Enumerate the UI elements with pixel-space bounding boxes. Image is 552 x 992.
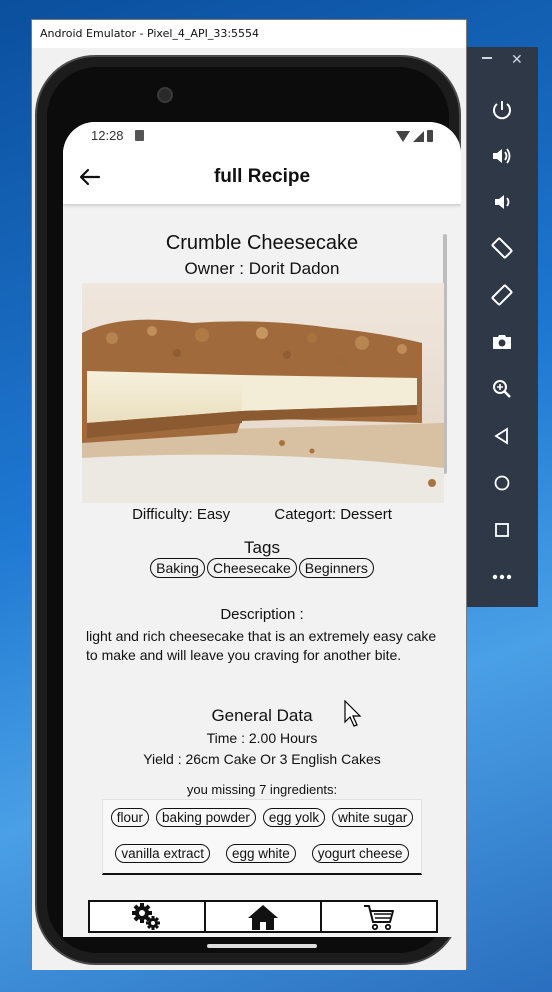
mouse-cursor-icon bbox=[344, 700, 362, 727]
emulator-side-panel: ✕ bbox=[467, 47, 538, 607]
wifi-icon bbox=[396, 130, 410, 142]
cart-nav-button[interactable] bbox=[322, 902, 436, 931]
bottom-area bbox=[63, 884, 461, 937]
home-icon bbox=[248, 904, 278, 930]
ingredient-chip[interactable]: egg yolk bbox=[262, 808, 326, 827]
volume-down-button[interactable] bbox=[487, 187, 517, 217]
recipe-info-row: Difficulty: Easy Categort: Dessert bbox=[63, 506, 461, 523]
more-button[interactable] bbox=[487, 562, 517, 592]
nav-overview-button[interactable] bbox=[487, 515, 517, 545]
yield-label: Yield : 26cm Cake Or 3 English Cakes bbox=[143, 751, 381, 767]
ingredients-row: vanilla extract egg white yogurt cheese bbox=[103, 844, 421, 863]
status-bar: 12:28 bbox=[63, 122, 461, 150]
description-title: Description : bbox=[220, 606, 304, 623]
ingredient-chip[interactable]: vanilla extract bbox=[115, 844, 210, 863]
rotate-right-button[interactable] bbox=[487, 280, 517, 310]
difficulty-label: Difficulty: Easy bbox=[132, 506, 231, 523]
tag-chip[interactable]: Beginners bbox=[298, 558, 374, 578]
gears-icon bbox=[132, 902, 160, 930]
emulator-window: Android Emulator - Pixel_4_API_33:5554 1… bbox=[31, 19, 467, 970]
home-nav-button[interactable] bbox=[206, 902, 322, 931]
overview-icon bbox=[495, 523, 509, 537]
missing-ingredients-list: flour baking powder egg yolk white sugar… bbox=[102, 799, 422, 875]
zoom-icon bbox=[493, 380, 511, 398]
recipe-image bbox=[82, 283, 444, 503]
status-time: 12:28 bbox=[91, 128, 124, 143]
recipe-owner: Owner : Dorit Dadon bbox=[184, 259, 340, 278]
bottom-nav bbox=[88, 900, 438, 933]
tag-chip[interactable]: Cheesecake bbox=[206, 558, 297, 578]
volume-up-button[interactable] bbox=[487, 141, 517, 171]
phone-frame: 12:28 full Recipe Crumble Cheesecake Own… bbox=[35, 55, 461, 965]
tag-chip[interactable]: Baking bbox=[150, 558, 205, 578]
nav-home-button[interactable] bbox=[487, 468, 517, 498]
phone-screen: 12:28 full Recipe Crumble Cheesecake Own… bbox=[63, 122, 461, 937]
power-icon bbox=[493, 101, 511, 120]
phone-bezel: 12:28 full Recipe Crumble Cheesecake Own… bbox=[47, 67, 461, 953]
volume-up-icon bbox=[493, 148, 511, 164]
cart-icon bbox=[364, 904, 394, 930]
category-label: Categort: Dessert bbox=[274, 506, 392, 523]
time-label: Time : 2.00 Hours bbox=[206, 730, 318, 746]
ingredient-chip[interactable]: egg white bbox=[225, 844, 296, 863]
nav-back-button[interactable] bbox=[487, 421, 517, 451]
window-title: Android Emulator - Pixel_4_API_33:5554 bbox=[32, 20, 466, 48]
recipe-content[interactable]: Crumble Cheesecake Owner : Dorit Dadon D… bbox=[63, 204, 461, 884]
home-gesture-bar[interactable] bbox=[207, 944, 317, 948]
tags-list: Baking Cheesecake Beginners bbox=[63, 558, 461, 578]
rotate-left-icon bbox=[491, 237, 513, 259]
more-icon bbox=[492, 574, 512, 580]
missing-ingredients-title: you missing 7 ingredients: bbox=[186, 782, 338, 797]
camera-icon bbox=[157, 87, 173, 103]
power-button[interactable] bbox=[487, 95, 517, 125]
cheesecake-image bbox=[82, 283, 444, 503]
battery-icon bbox=[427, 130, 433, 142]
recipe-title: Crumble Cheesecake bbox=[165, 232, 359, 254]
page-title: full Recipe bbox=[213, 166, 311, 187]
screenshot-button[interactable] bbox=[487, 327, 517, 357]
side-panel-header: ✕ bbox=[467, 47, 538, 77]
home-circle-icon bbox=[494, 475, 510, 491]
app-bar: full Recipe bbox=[63, 150, 461, 204]
rotate-left-button[interactable] bbox=[487, 233, 517, 263]
emulator-body: 12:28 full Recipe Crumble Cheesecake Own… bbox=[32, 48, 466, 970]
signal-icon bbox=[413, 130, 424, 142]
sd-card-icon bbox=[135, 130, 144, 141]
ingredient-chip[interactable]: white sugar bbox=[332, 808, 414, 827]
ingredient-chip[interactable]: baking powder bbox=[156, 808, 256, 827]
ingredients-row: flour baking powder egg yolk white sugar bbox=[103, 808, 421, 827]
camera-icon bbox=[493, 335, 511, 349]
status-icons bbox=[396, 130, 433, 142]
settings-nav-button[interactable] bbox=[90, 902, 206, 931]
ingredient-chip[interactable]: yogurt cheese bbox=[311, 844, 409, 863]
tags-title: Tags bbox=[244, 538, 280, 557]
minimize-icon[interactable] bbox=[482, 57, 492, 59]
zoom-button[interactable] bbox=[487, 374, 517, 404]
description-text: light and rich cheesecake that is an ext… bbox=[86, 628, 437, 663]
close-icon[interactable]: ✕ bbox=[511, 51, 523, 68]
back-icon bbox=[494, 427, 508, 445]
rotate-right-icon bbox=[491, 284, 513, 306]
general-data-title: General Data bbox=[211, 706, 313, 725]
ingredient-chip[interactable]: flour bbox=[110, 808, 150, 827]
volume-down-icon bbox=[495, 195, 510, 209]
